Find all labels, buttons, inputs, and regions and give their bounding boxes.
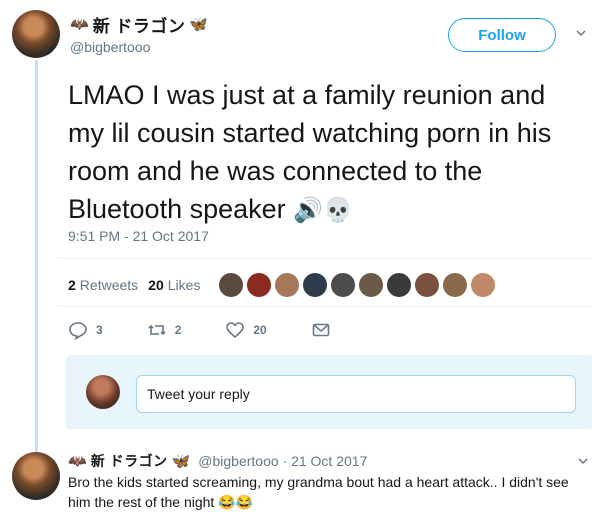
- reply-author-name[interactable]: 新 ドラゴン: [91, 451, 168, 471]
- tweet-text: LMAO I was just at a family reunion and …: [68, 76, 588, 230]
- author-name-row[interactable]: 🦇 新 ドラゴン 🦋: [70, 12, 208, 37]
- reply-input[interactable]: Tweet your reply: [136, 375, 576, 413]
- liker-avatar[interactable]: [442, 272, 469, 298]
- reply-text: Bro the kids started screaming, my grand…: [68, 472, 588, 512]
- tweet-actions: 3 2 20: [68, 320, 375, 340]
- liker-avatars: [218, 272, 497, 298]
- follow-button[interactable]: Follow: [448, 18, 556, 52]
- bat-emoji-icon: 🦇: [70, 16, 89, 33]
- liker-avatar[interactable]: [414, 272, 441, 298]
- message-action[interactable]: [311, 320, 331, 340]
- reply-author-meta[interactable]: @bigbertooo · 21 Oct 2017: [198, 453, 367, 469]
- reply-placeholder: Tweet your reply: [147, 386, 250, 402]
- reply-author-avatar[interactable]: [12, 452, 60, 500]
- reply-count: 3: [96, 323, 103, 337]
- reply-composer: Tweet your reply: [66, 355, 592, 429]
- divider: [58, 258, 592, 259]
- speaker-skull-emoji: 🔊💀: [293, 197, 353, 224]
- dragonfly-emoji-icon: 🦋: [171, 452, 191, 470]
- like-action[interactable]: 20: [225, 320, 267, 340]
- like-count: 20: [253, 323, 267, 337]
- author-avatar[interactable]: [12, 10, 60, 58]
- caret-down-icon[interactable]: [578, 456, 588, 466]
- divider: [58, 306, 592, 307]
- message-icon: [312, 323, 330, 337]
- liker-avatar[interactable]: [274, 272, 301, 298]
- retweets-stat[interactable]: 2 Retweets: [68, 277, 138, 293]
- reply-icon: [69, 322, 87, 340]
- retweet-icon: [148, 324, 166, 336]
- liker-avatar[interactable]: [302, 272, 329, 298]
- thread-connector-line: [35, 60, 38, 452]
- engagement-stats: 2 Retweets 20 Likes: [68, 272, 497, 298]
- caret-down-icon[interactable]: [576, 28, 586, 38]
- reply-body: Bro the kids started screaming, my grand…: [68, 474, 569, 510]
- author-handle[interactable]: @bigbertooo: [70, 39, 150, 55]
- liker-avatar[interactable]: [470, 272, 497, 298]
- liker-avatar[interactable]: [246, 272, 273, 298]
- heart-icon: [226, 322, 245, 339]
- liker-avatar[interactable]: [358, 272, 385, 298]
- reply-action[interactable]: 3: [68, 320, 103, 340]
- liker-avatar[interactable]: [330, 272, 357, 298]
- reply-author-row: 🦇 新 ドラゴン 🦋 @bigbertooo · 21 Oct 2017: [68, 451, 367, 471]
- retweet-count: 2: [174, 323, 182, 337]
- reply-emoji: 😂😂: [218, 494, 254, 510]
- likes-stat[interactable]: 20 Likes: [148, 277, 200, 293]
- dragonfly-emoji-icon: 🦋: [189, 16, 209, 33]
- retweet-action[interactable]: 2: [147, 320, 182, 340]
- tweet-timestamp[interactable]: 9:51 PM - 21 Oct 2017: [68, 228, 209, 244]
- author-display-name[interactable]: 新 ドラゴン: [93, 12, 186, 37]
- liker-avatar[interactable]: [218, 272, 245, 298]
- bat-emoji-icon: 🦇: [68, 452, 87, 470]
- current-user-avatar: [86, 375, 120, 409]
- liker-avatar[interactable]: [386, 272, 413, 298]
